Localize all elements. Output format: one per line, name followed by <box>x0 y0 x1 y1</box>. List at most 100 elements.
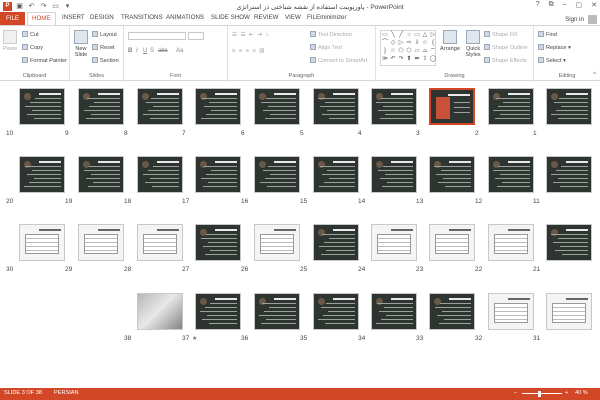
slide-thumbnail[interactable] <box>195 224 241 261</box>
sign-in-link[interactable]: Sign in <box>565 16 584 23</box>
tab-fileminimizer[interactable]: FILEminimizer <box>307 14 347 21</box>
slide-thumbnail[interactable] <box>546 88 592 125</box>
slide-thumbnail[interactable] <box>313 293 359 330</box>
shape-option[interactable]: ↷ <box>397 55 405 63</box>
shape-option[interactable]: ☆ <box>389 47 397 55</box>
shape-effects-button[interactable]: Shape Effects <box>484 57 527 64</box>
slide-thumbnail[interactable] <box>313 88 359 125</box>
slide-thumbnail[interactable] <box>371 88 417 125</box>
paste-button[interactable]: Paste <box>3 30 17 52</box>
cut-button[interactable]: Cut <box>22 31 39 38</box>
italic-button[interactable]: I <box>136 48 138 54</box>
slide-thumbnail[interactable] <box>371 224 417 261</box>
zoom-out-button[interactable]: – <box>514 390 517 396</box>
slide-thumbnail[interactable] <box>78 224 124 261</box>
shape-outline-button[interactable]: Shape Outline <box>484 44 527 51</box>
slide-thumbnail[interactable] <box>313 224 359 261</box>
align-buttons[interactable]: ≡ ≡ ≡ ≡ ▥ <box>232 48 266 54</box>
undo-icon[interactable]: ↶ <box>27 2 36 11</box>
slide-thumbnail[interactable] <box>195 88 241 125</box>
zoom-slider-thumb[interactable] <box>538 391 541 397</box>
redo-icon[interactable]: ↷ <box>39 2 48 11</box>
shape-option[interactable]: ⌔ <box>429 47 437 55</box>
shape-option[interactable]: ↶ <box>389 55 397 63</box>
text-direction-button[interactable]: Text Direction <box>310 31 352 38</box>
shape-option[interactable]: ▭ <box>381 31 389 39</box>
shape-option[interactable]: ⇨ <box>405 39 413 47</box>
format-painter-button[interactable]: Format Painter <box>22 57 67 64</box>
convert-smartart-button[interactable]: Convert to SmartArt <box>310 57 367 64</box>
slide-thumbnail[interactable] <box>429 293 475 330</box>
shape-option[interactable]: ⬆ <box>405 55 413 63</box>
shape-option[interactable]: ▷ <box>429 31 437 39</box>
quick-styles-button[interactable]: Quick Styles <box>464 30 482 58</box>
new-slide-button[interactable]: New Slide <box>73 30 89 58</box>
shape-option[interactable]: ⇧ <box>421 55 429 63</box>
shape-option[interactable]: ╱ <box>397 31 405 39</box>
slide-thumbnail[interactable] <box>137 293 183 330</box>
slide-thumbnail[interactable] <box>546 293 592 330</box>
minimize-button[interactable]: – <box>563 1 567 9</box>
slide-thumbnail[interactable] <box>137 156 183 193</box>
tab-slide-show[interactable]: SLIDE SHOW <box>211 14 250 21</box>
maximize-button[interactable]: ▢ <box>576 1 583 9</box>
slide-thumbnail[interactable] <box>546 224 592 261</box>
slide-thumbnail[interactable] <box>546 156 592 193</box>
slide-thumbnail[interactable] <box>254 88 300 125</box>
slide-thumbnail[interactable] <box>78 88 124 125</box>
slide-thumbnail[interactable] <box>488 224 534 261</box>
tab-insert[interactable]: INSERT <box>62 14 85 21</box>
shape-option[interactable]: ◯ <box>429 55 437 63</box>
collapse-ribbon-icon[interactable]: ^ <box>593 72 596 78</box>
slide-thumbnail[interactable] <box>429 156 475 193</box>
shadow-button[interactable]: S <box>150 48 154 54</box>
slide-thumbnail[interactable] <box>429 88 475 125</box>
tab-transitions[interactable]: TRANSITIONS <box>121 14 163 21</box>
shape-option[interactable]: ⬠ <box>397 47 405 55</box>
shape-option[interactable]: ▱ <box>413 47 421 55</box>
zoom-slider[interactable] <box>522 393 562 394</box>
shape-option[interactable]: ≫ <box>381 55 389 63</box>
shapes-gallery[interactable]: ▭ ╲ ╱ ○ ▭ △ ▷ ⌒ ◇ ▷ ⇨ ⇩ ☆{} ☆ ⬠ ⬡ ▱ ⌓ ⌔ ≫ ↶ ↷ ⬆ ⬅ ⇧ ◯ <box>380 30 436 66</box>
ribbon-display-icon[interactable]: ⧉ <box>549 1 554 9</box>
section-button[interactable]: Section <box>92 57 119 64</box>
slide-thumbnail[interactable] <box>137 224 183 261</box>
replace-button[interactable]: Replace ▾ <box>538 44 571 51</box>
slide-thumbnail[interactable] <box>371 156 417 193</box>
avatar[interactable] <box>588 15 597 24</box>
strikethrough-button[interactable]: abc <box>158 48 168 54</box>
tab-view[interactable]: VIEW <box>285 14 301 21</box>
shape-option[interactable]: ⌒ <box>381 39 389 47</box>
font-name-combo[interactable] <box>128 32 186 40</box>
tab-design[interactable]: DESIGN <box>90 14 114 21</box>
slide-thumbnail[interactable] <box>19 224 65 261</box>
reset-button[interactable]: Reset <box>92 44 115 51</box>
font-size-combo[interactable] <box>188 32 204 40</box>
customize-qat-icon[interactable]: ▾ <box>63 2 72 11</box>
copy-button[interactable]: Copy <box>22 44 43 51</box>
shape-option[interactable]: ⬅ <box>413 55 421 63</box>
shape-option[interactable]: ○ <box>405 31 413 39</box>
align-text-button[interactable]: Align Text <box>310 44 342 51</box>
bold-button[interactable]: B <box>128 48 132 54</box>
underline-button[interactable]: U <box>143 48 147 54</box>
slide-thumbnail[interactable] <box>19 88 65 125</box>
slide-thumbnail[interactable] <box>488 156 534 193</box>
shape-option[interactable]: ◇ <box>389 39 397 47</box>
zoom-in-button[interactable]: + <box>565 390 568 396</box>
slide-thumbnail[interactable] <box>254 293 300 330</box>
slide-thumbnail[interactable] <box>488 293 534 330</box>
save-icon[interactable]: ▣ <box>15 2 24 11</box>
change-case-button[interactable]: Aa <box>176 48 183 54</box>
slide-thumbnail[interactable] <box>195 156 241 193</box>
list-buttons[interactable]: ☰ ☰ ⇤ ⇥ ↕ <box>232 32 269 38</box>
tab-review[interactable]: REVIEW <box>254 14 278 21</box>
find-button[interactable]: Find <box>538 31 557 38</box>
shape-option[interactable]: ⇩ <box>413 39 421 47</box>
shape-option[interactable]: { <box>429 39 437 47</box>
slide-thumbnail[interactable] <box>254 156 300 193</box>
shape-option[interactable]: ▷ <box>397 39 405 47</box>
select-button[interactable]: Select ▾ <box>538 57 566 64</box>
slide-thumbnail[interactable] <box>371 293 417 330</box>
start-slideshow-icon[interactable]: ▭ <box>51 2 60 11</box>
